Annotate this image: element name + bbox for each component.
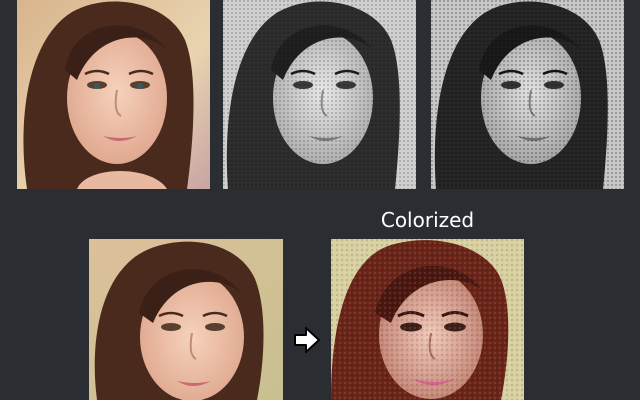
arrow-right-icon xyxy=(292,325,322,355)
comparison-canvas: Colorized xyxy=(0,0,640,400)
grayscale-portrait-1 xyxy=(223,0,416,189)
colorized-portrait xyxy=(331,239,524,400)
original-portrait-top xyxy=(17,0,210,189)
colorized-caption: Colorized xyxy=(380,208,475,232)
grayscale-portrait-2 xyxy=(431,0,624,189)
original-portrait-bottom xyxy=(89,239,283,400)
